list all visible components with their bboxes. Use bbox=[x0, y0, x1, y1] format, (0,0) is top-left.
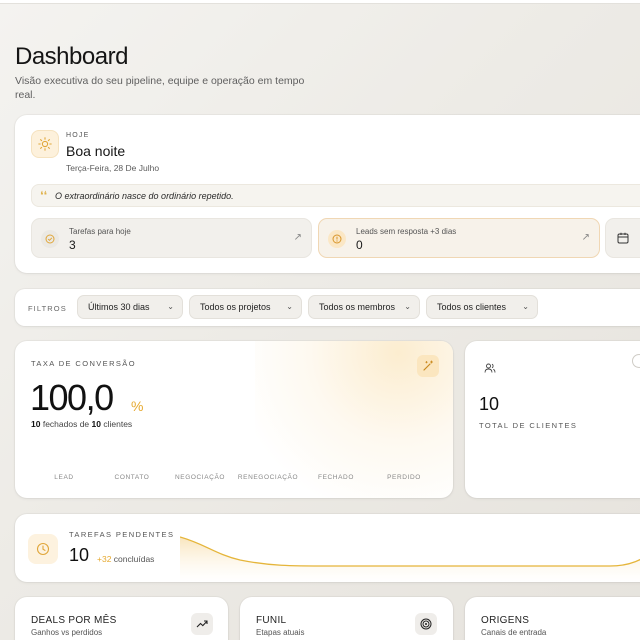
filter-clients[interactable]: Todos os clientes ⌄ bbox=[426, 295, 538, 319]
filters-bar: FILTROS Últimos 30 dias ⌄ Todos os projet… bbox=[15, 289, 640, 326]
conversion-value: 100,0 bbox=[30, 377, 114, 418]
magic-wand-icon[interactable] bbox=[417, 355, 439, 377]
metric-label: Leads sem resposta +3 dias bbox=[356, 227, 457, 236]
target-icon bbox=[415, 613, 437, 635]
clock-icon bbox=[28, 534, 58, 564]
card-title: FUNIL bbox=[256, 615, 287, 626]
filters-label: FILTROS bbox=[28, 304, 67, 313]
stage-label: PERDIDO bbox=[387, 474, 421, 481]
deals-per-month-card: DEALS POR MÊS Ganhos vs perdidos bbox=[15, 597, 228, 640]
page-subtitle: Visão executiva do seu pipeline, equipe … bbox=[15, 75, 305, 101]
filter-value: Últimos 30 dias bbox=[88, 302, 150, 312]
stage-label: RENEGOCIAÇÃO bbox=[237, 474, 299, 481]
quote-icon: ❛❛ bbox=[40, 190, 48, 202]
card-title: ORIGENS bbox=[481, 615, 530, 626]
total-clients-value: 10 bbox=[479, 394, 500, 414]
card-title: DEALS POR MÊS bbox=[31, 615, 117, 626]
card-subtitle: Etapas atuais bbox=[256, 628, 305, 637]
origins-card: ORIGENS Canais de entrada bbox=[465, 597, 640, 640]
filter-value: Todos os membros bbox=[319, 302, 396, 312]
stage-label: LEAD bbox=[54, 474, 74, 481]
metric-calendar[interactable] bbox=[605, 218, 640, 258]
arrow-up-right-icon: ↗ bbox=[581, 232, 590, 243]
quote-text: O extraordinário nasce do ordinário repe… bbox=[55, 191, 234, 201]
filter-members[interactable]: Todos os membros ⌄ bbox=[308, 295, 420, 319]
filter-value: Todos os clientes bbox=[437, 302, 507, 312]
chevron-down-icon: ⌄ bbox=[286, 302, 293, 311]
greeting: Boa noite bbox=[66, 143, 126, 159]
current-date: Terça-Feira, 28 De Julho bbox=[66, 163, 160, 173]
metric-tasks-today[interactable]: Tarefas para hoje 3 ↗ bbox=[31, 218, 312, 258]
conversion-label: TAXA DE CONVERSÃO bbox=[31, 359, 136, 368]
funnel-card: FUNIL Etapas atuais bbox=[240, 597, 453, 640]
chevron-down-icon: ⌄ bbox=[522, 302, 529, 311]
total-clients-card: 10 TOTAL DE CLIENTES bbox=[465, 341, 640, 498]
stage-label: FECHADO bbox=[318, 474, 354, 481]
completed-tasks: +32 concluídas bbox=[97, 554, 155, 564]
pending-tasks-card: TAREFAS PENDENTES 10 +32 concluídas bbox=[15, 514, 640, 582]
chevron-down-icon: ⌄ bbox=[167, 302, 174, 311]
pending-tasks-label: TAREFAS PENDENTES bbox=[69, 530, 175, 539]
today-label: HOJE bbox=[66, 132, 90, 139]
trend-up-icon bbox=[191, 613, 213, 635]
sun-icon bbox=[31, 130, 59, 158]
filter-projects[interactable]: Todos os projetos ⌄ bbox=[189, 295, 302, 319]
tasks-sparkline bbox=[180, 536, 640, 582]
dashboard-page: Dashboard Visão executiva do seu pipelin… bbox=[0, 0, 640, 640]
pending-tasks-value: 10 bbox=[69, 545, 90, 565]
filter-period[interactable]: Últimos 30 dias ⌄ bbox=[77, 295, 183, 319]
chevron-down-icon: ⌄ bbox=[404, 302, 411, 311]
arrow-up-right-icon: ↗ bbox=[293, 232, 302, 243]
metric-value: 3 bbox=[69, 238, 76, 252]
card-subtitle: Canais de entrada bbox=[481, 628, 547, 637]
metric-label: Tarefas para hoje bbox=[69, 227, 131, 236]
card-subtitle: Ganhos vs perdidos bbox=[31, 628, 103, 637]
top-bar bbox=[0, 0, 640, 4]
filter-value: Todos os projetos bbox=[200, 302, 271, 312]
users-icon bbox=[484, 361, 496, 379]
metric-value: 0 bbox=[356, 238, 363, 252]
stage-label: CONTATO bbox=[114, 474, 150, 481]
total-clients-label: TOTAL DE CLIENTES bbox=[479, 421, 578, 430]
page-title: Dashboard bbox=[15, 43, 128, 70]
conversion-summary: 10 fechados de 10 clientes bbox=[31, 419, 133, 429]
check-circle-icon bbox=[41, 230, 59, 248]
options-button[interactable] bbox=[632, 354, 640, 368]
today-card: HOJE Boa noite Terça-Feira, 28 De Julho … bbox=[15, 115, 640, 273]
calendar-icon bbox=[617, 231, 629, 249]
conversion-unit: % bbox=[131, 398, 144, 414]
alert-circle-icon bbox=[328, 230, 346, 248]
stage-label: NEGOCIAÇÃO bbox=[174, 474, 226, 481]
daily-quote: ❛❛ O extraordinário nasce do ordinário r… bbox=[31, 184, 640, 207]
metric-leads-no-reply[interactable]: Leads sem resposta +3 dias 0 ↗ bbox=[318, 218, 600, 258]
conversion-card: TAXA DE CONVERSÃO 100,0 % 10 fechados de… bbox=[15, 341, 453, 498]
